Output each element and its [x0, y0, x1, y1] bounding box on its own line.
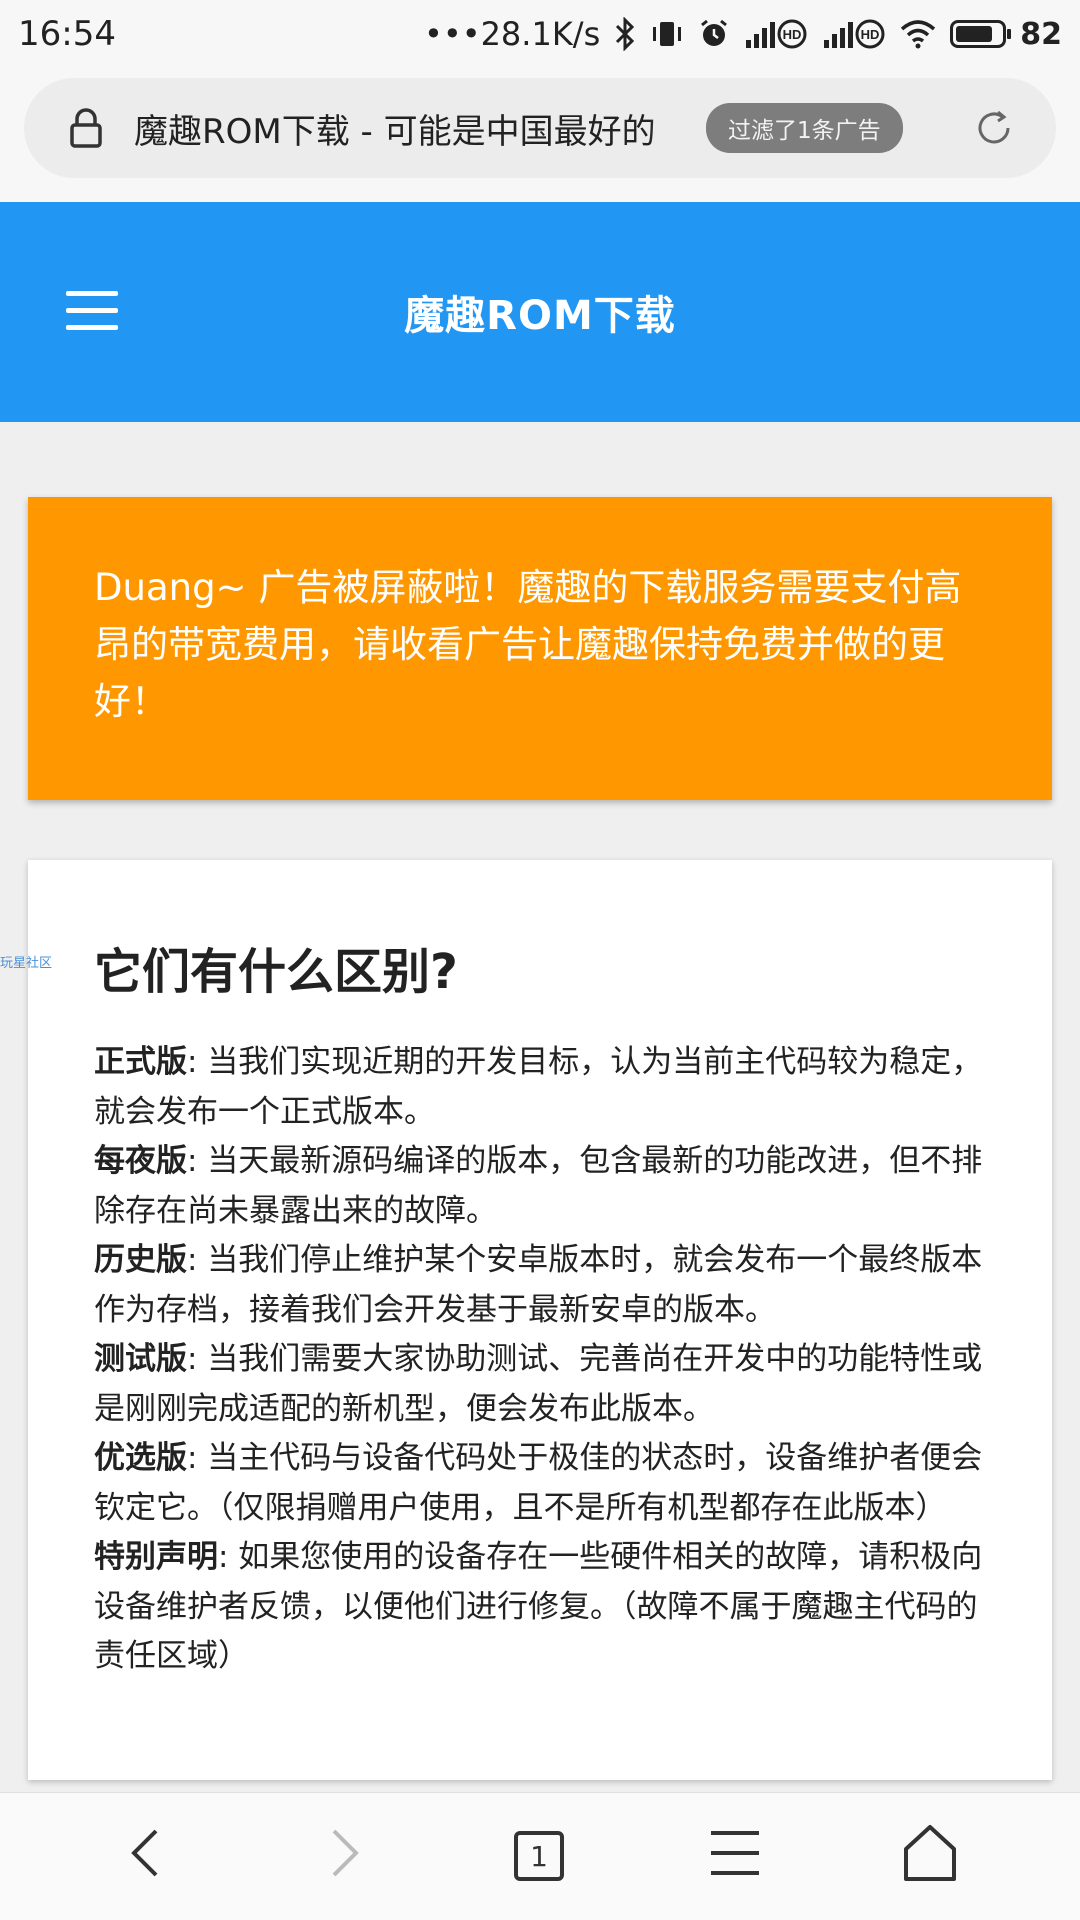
back-arrow-icon[interactable]: [118, 1823, 178, 1883]
adblock-notice-card: Duang~ 广告被屏蔽啦！魔趣的下载服务需要支付高昂的带宽费用，请收看广告让魔…: [28, 497, 1052, 800]
version-info-card: 它们有什么区别? 正式版: 当我们实现近期的开发目标，认为当前主代码较为稳定，就…: [28, 860, 1052, 1780]
version-item: 历史版: 当我们停止维护某个安卓版本时，就会发布一个最终版本作为存档，接着我们会…: [94, 1236, 986, 1335]
signal-hd-icon-1: HD: [744, 18, 808, 50]
version-item: 正式版: 当我们实现近期的开发目标，认为当前主代码较为稳定，就会发布一个正式版本…: [94, 1038, 986, 1137]
tabs-icon[interactable]: 1: [514, 1831, 564, 1881]
version-term: 优选版: [94, 1440, 187, 1476]
version-term: 测试版: [94, 1341, 187, 1377]
svg-text:HD: HD: [783, 27, 802, 42]
app-title: 魔趣ROM下载: [404, 293, 676, 339]
version-desc: : 当主代码与设备代码处于极佳的状态时，设备维护者便会钦定它。（仅限捐赠用户使用…: [94, 1440, 983, 1526]
signal-hd-icon-2: HD: [822, 18, 886, 50]
version-term: 历史版: [94, 1242, 187, 1278]
adblock-notice-text: Duang~ 广告被屏蔽啦！魔趣的下载服务需要支付高昂的带宽费用，请收看广告让魔…: [94, 566, 962, 723]
forward-arrow-icon[interactable]: [312, 1823, 372, 1883]
refresh-icon[interactable]: [972, 106, 1016, 150]
ad-filter-badge[interactable]: 过滤了1条广告: [706, 103, 903, 153]
hamburger-menu-icon[interactable]: [66, 291, 118, 331]
battery-fill: [956, 26, 993, 42]
side-watermark: 玩星社区: [0, 956, 53, 971]
status-icons: •••28.1K/s HD HD 82: [424, 15, 1062, 53]
bluetooth-icon: [614, 17, 636, 51]
battery-percent: 82: [1020, 16, 1062, 52]
browser-toolbar: 魔趣ROM下载 - 可能是中国最好的 过滤了1条广告: [0, 68, 1080, 202]
version-term: 特别声明: [94, 1539, 218, 1575]
version-desc: : 当我们实现近期的开发目标，认为当前主代码较为稳定，就会发布一个正式版本。: [94, 1044, 983, 1130]
version-item: 测试版: 当我们需要大家协助测试、完善尚在开发中的功能特性或是刚刚完成适配的新机…: [94, 1335, 986, 1434]
wifi-icon: [900, 19, 936, 49]
network-speed: •••28.1K/s: [423, 15, 601, 53]
app-header: 魔趣ROM下载: [0, 202, 1080, 422]
page-url-title[interactable]: 魔趣ROM下载 - 可能是中国最好的: [134, 104, 694, 153]
version-term: 每夜版: [94, 1143, 187, 1179]
status-bar: 16:54 •••28.1K/s HD HD 82: [0, 0, 1080, 68]
menu-icon[interactable]: [705, 1823, 765, 1883]
version-term: 正式版: [94, 1044, 187, 1080]
version-item: 特别声明: 如果您使用的设备存在一些硬件相关的故障，请积极向设备维护者反馈，以便…: [94, 1533, 986, 1682]
version-item: 优选版: 当主代码与设备代码处于极佳的状态时，设备维护者便会钦定它。（仅限捐赠用…: [94, 1434, 986, 1533]
version-desc: : 当我们停止维护某个安卓版本时，就会发布一个最终版本作为存档，接着我们会开发基…: [94, 1242, 983, 1328]
home-icon[interactable]: [900, 1823, 960, 1883]
alarm-icon: [698, 18, 730, 50]
address-bar[interactable]: 魔趣ROM下载 - 可能是中国最好的 过滤了1条广告: [24, 78, 1056, 178]
version-list: 正式版: 当我们实现近期的开发目标，认为当前主代码较为稳定，就会发布一个正式版本…: [94, 1038, 986, 1682]
version-desc: : 当天最新源码编译的版本，包含最新的功能改进，但不排除存在尚未暴露出来的故障。: [94, 1143, 983, 1229]
info-heading: 它们有什么区别?: [94, 944, 458, 1000]
vibrate-icon: [650, 19, 684, 49]
version-desc: : 当我们需要大家协助测试、完善尚在开发中的功能特性或是刚刚完成适配的新机型，便…: [94, 1341, 983, 1427]
lock-icon: [68, 108, 104, 148]
svg-text:HD: HD: [861, 27, 880, 42]
version-desc: : 如果您使用的设备存在一些硬件相关的故障，请积极向设备维护者反馈，以便他们进行…: [94, 1539, 983, 1674]
status-time: 16:54: [18, 14, 116, 54]
version-item: 每夜版: 当天最新源码编译的版本，包含最新的功能改进，但不排除存在尚未暴露出来的…: [94, 1137, 986, 1236]
battery-icon: [950, 20, 1012, 48]
